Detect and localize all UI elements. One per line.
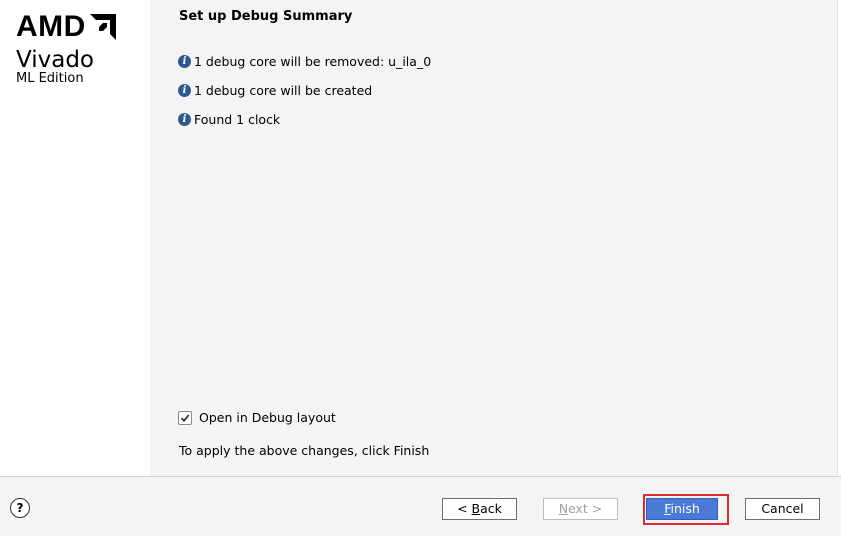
- next-button[interactable]: Next >: [543, 498, 618, 520]
- apply-instructions: To apply the above changes, click Finish: [179, 443, 430, 458]
- panel-divider: [837, 0, 838, 476]
- info-message-text: Found 1 clock: [194, 112, 281, 127]
- back-button[interactable]: < Back: [442, 498, 517, 520]
- branding-panel: AMD Vivado ML Edition: [0, 0, 150, 476]
- checkmark-icon: [180, 413, 190, 422]
- info-icon: i: [178, 84, 191, 97]
- help-button[interactable]: ?: [10, 498, 30, 518]
- info-message: i 1 debug core will be removed: u_ila_0: [178, 54, 431, 69]
- info-message: i Found 1 clock: [178, 112, 280, 127]
- wizard-footer: ? < Back Next > Finish Cancel: [0, 476, 841, 536]
- wizard-content: Set up Debug Summary i 1 debug core will…: [150, 0, 837, 476]
- info-message-text: 1 debug core will be created: [194, 83, 373, 98]
- amd-arrow-icon: [89, 14, 116, 40]
- amd-wordmark: AMD: [16, 10, 86, 43]
- cancel-button[interactable]: Cancel: [745, 498, 820, 520]
- page-title: Set up Debug Summary: [179, 9, 353, 24]
- open-debug-layout-option[interactable]: Open in Debug layout: [178, 410, 336, 425]
- product-name: Vivado: [16, 47, 94, 73]
- finish-highlight-box: [643, 494, 729, 525]
- info-message-text: 1 debug core will be removed: u_ila_0: [194, 54, 432, 69]
- help-icon: ?: [16, 501, 24, 515]
- info-icon: i: [178, 55, 191, 68]
- info-message: i 1 debug core will be created: [178, 83, 372, 98]
- open-debug-layout-checkbox[interactable]: [178, 410, 192, 425]
- product-edition: ML Edition: [16, 71, 84, 86]
- brand: AMD Vivado ML Edition: [16, 10, 116, 86]
- open-debug-layout-label[interactable]: Open in Debug layout: [199, 410, 336, 425]
- info-icon: i: [178, 113, 191, 126]
